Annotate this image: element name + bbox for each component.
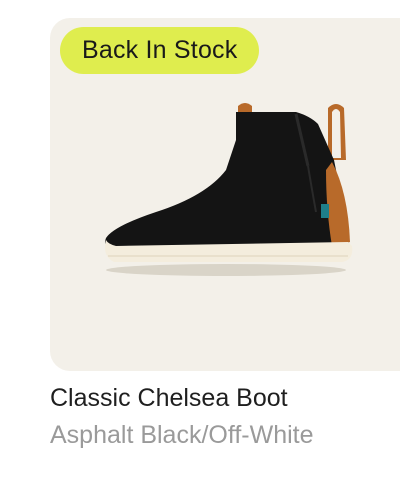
product-name[interactable]: Classic Chelsea Boot: [50, 384, 288, 413]
boot-heel-tag: [321, 204, 329, 218]
boot-shadow: [106, 264, 346, 276]
boot-upper: [105, 112, 348, 250]
chelsea-boot-image[interactable]: [96, 100, 360, 280]
back-in-stock-badge: Back In Stock: [60, 27, 260, 74]
product-colorway: Asphalt Black/Off-White: [50, 421, 314, 449]
